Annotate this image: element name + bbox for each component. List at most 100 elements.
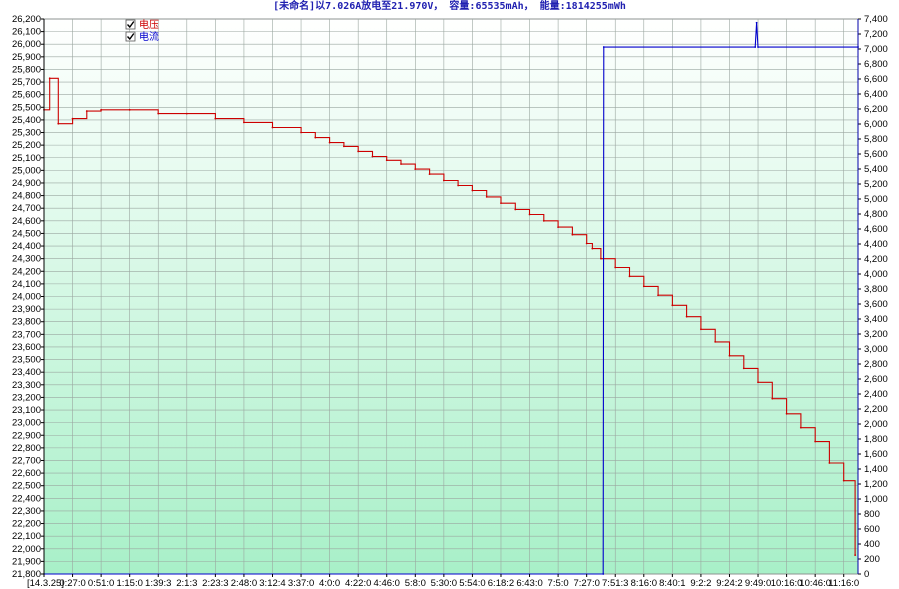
y-left-tick-label: 24,500 bbox=[12, 228, 41, 239]
voltage-data-point bbox=[585, 242, 588, 245]
y-right-tick-label: 3,600 bbox=[864, 299, 888, 310]
voltage-data-point bbox=[485, 195, 488, 198]
y-right-tick-label: 6,400 bbox=[864, 89, 888, 100]
y-right-tick-label: 3,800 bbox=[864, 284, 888, 295]
voltage-data-point bbox=[457, 184, 460, 187]
y-right-tick-label: 4,200 bbox=[864, 254, 888, 265]
voltage-data-point bbox=[371, 155, 374, 158]
y-left-tick-label: 22,200 bbox=[12, 519, 41, 530]
y-left-tick-label: 22,400 bbox=[12, 493, 41, 504]
y-left-tick-label: 22,900 bbox=[12, 430, 41, 441]
x-tick-label: 8:16:0 bbox=[631, 578, 657, 589]
y-right-tick-label: 7,000 bbox=[864, 44, 888, 55]
y-left-tick-label: 25,100 bbox=[12, 153, 41, 164]
x-tick-label: 1:15:0 bbox=[116, 578, 142, 589]
x-tick-label: 10:16:0 bbox=[771, 578, 803, 589]
voltage-data-point bbox=[48, 77, 51, 80]
x-tick-label: 8:40:1 bbox=[659, 578, 685, 589]
x-tick-label: 9:2:2 bbox=[690, 578, 711, 589]
y-left-tick-label: 23,800 bbox=[12, 317, 41, 328]
x-tick-label: 5:8:0 bbox=[405, 578, 426, 589]
voltage-data-point bbox=[357, 150, 360, 153]
voltage-data-point bbox=[785, 412, 788, 415]
y-axis-right: 0 200 400 600 800 1,000 1,200 1,400 1,600 1,800 2,… bbox=[857, 14, 888, 580]
y-right-tick-label: 200 bbox=[864, 554, 880, 565]
voltage-data-point bbox=[514, 208, 517, 211]
y-left-tick-label: 24,400 bbox=[12, 241, 41, 252]
legend-checkbox[interactable] bbox=[125, 19, 136, 30]
x-tick-label: 4:22:0 bbox=[345, 578, 371, 589]
y-left-tick-label: 23,300 bbox=[12, 380, 41, 391]
y-right-tick-label: 4,000 bbox=[864, 269, 888, 280]
y-left-tick-label: 23,600 bbox=[12, 342, 41, 353]
voltage-data-point bbox=[700, 328, 702, 331]
legend-checkbox[interactable] bbox=[125, 31, 136, 42]
voltage-data-point bbox=[385, 159, 388, 162]
y-right-tick-label: 5,200 bbox=[864, 179, 888, 190]
voltage-data-point bbox=[757, 381, 759, 384]
y-right-tick-label: 0 bbox=[864, 569, 869, 580]
voltage-data-point bbox=[600, 257, 602, 260]
voltage-data-point bbox=[471, 189, 474, 192]
y-right-tick-label: 1,400 bbox=[864, 464, 888, 475]
voltage-data-point bbox=[428, 173, 431, 176]
voltage-data-point bbox=[742, 367, 745, 370]
y-right-tick-label: 6,800 bbox=[864, 59, 888, 70]
voltage-data-point bbox=[671, 304, 674, 307]
voltage-data-point bbox=[185, 112, 188, 115]
y-left-tick-label: 24,300 bbox=[12, 254, 41, 265]
voltage-data-point bbox=[814, 440, 817, 443]
voltage-data-point bbox=[557, 226, 560, 229]
x-tick-label: 2:23:3 bbox=[202, 578, 228, 589]
y-right-tick-label: 5,400 bbox=[864, 164, 888, 175]
y-right-tick-label: 6,600 bbox=[864, 74, 888, 85]
x-tick-label: 4:46:0 bbox=[374, 578, 400, 589]
y-right-tick-label: 6,200 bbox=[864, 104, 888, 115]
y-left-tick-label: 22,700 bbox=[12, 455, 41, 466]
voltage-data-point bbox=[314, 136, 317, 139]
y-right-tick-label: 3,400 bbox=[864, 314, 888, 325]
y-left-tick-label: 26,000 bbox=[12, 39, 41, 50]
y-left-tick-label: 23,400 bbox=[12, 367, 41, 378]
voltage-data-point bbox=[828, 462, 831, 464]
voltage-data-point bbox=[400, 163, 402, 165]
y-right-tick-label: 2,800 bbox=[864, 359, 888, 370]
voltage-data-point bbox=[728, 354, 731, 357]
y-left-tick-label: 21,900 bbox=[12, 556, 41, 567]
voltage-data-point bbox=[799, 426, 802, 429]
y-left-tick-label: 25,400 bbox=[12, 115, 41, 126]
y-left-tick-label: 25,700 bbox=[12, 77, 41, 88]
voltage-data-point bbox=[571, 233, 574, 236]
y-left-tick-label: 23,700 bbox=[12, 329, 41, 340]
voltage-data-point bbox=[271, 126, 274, 129]
x-tick-label: 0:51:0 bbox=[88, 578, 114, 589]
current-data-point bbox=[757, 46, 759, 48]
x-tick-label: 7:51:3 bbox=[602, 578, 628, 589]
voltage-data-point bbox=[714, 341, 717, 343]
y-right-tick-label: 5,000 bbox=[864, 194, 888, 205]
current-data-point bbox=[755, 21, 758, 24]
y-left-tick-label: 24,900 bbox=[12, 178, 41, 189]
y-right-tick-label: 1,200 bbox=[864, 479, 888, 490]
y-axis-left: 21,80021,90022,00022,10022,20022,30022,4… bbox=[12, 14, 45, 580]
legend-label: 电压 bbox=[139, 18, 159, 31]
y-left-tick-label: 25,000 bbox=[12, 165, 41, 176]
voltage-data-point bbox=[414, 168, 417, 171]
current-data-point bbox=[602, 46, 605, 48]
y-right-tick-label: 2,200 bbox=[864, 404, 888, 415]
chart-svg: 21,80021,90022,00022,10022,20022,30022,4… bbox=[12, 14, 888, 589]
x-tick-label: 1:39:3 bbox=[145, 578, 171, 589]
y-right-tick-label: 2,000 bbox=[864, 419, 888, 430]
y-left-tick-label: 23,100 bbox=[12, 405, 41, 416]
voltage-data-point bbox=[300, 131, 302, 134]
y-left-tick-label: 24,700 bbox=[12, 203, 41, 214]
x-tick-label: 9:49:0 bbox=[745, 578, 771, 589]
y-left-tick-label: 24,600 bbox=[12, 216, 41, 227]
y-right-tick-label: 4,800 bbox=[864, 209, 888, 220]
voltage-data-point bbox=[628, 275, 631, 278]
y-right-tick-label: 800 bbox=[864, 509, 880, 520]
x-tick-label: 9:24:2 bbox=[716, 578, 742, 589]
voltage-data-point bbox=[500, 202, 502, 205]
voltage-data-point bbox=[642, 285, 645, 288]
voltage-data-point bbox=[157, 112, 160, 115]
